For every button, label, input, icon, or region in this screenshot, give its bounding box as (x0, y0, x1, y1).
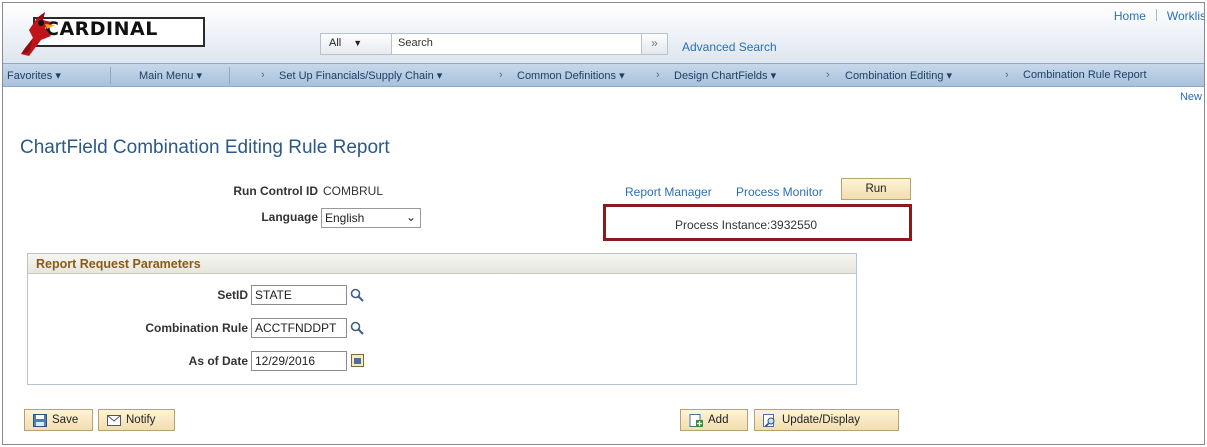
worklist-link[interactable]: Worklis (1167, 9, 1204, 23)
top-links-divider (1155, 9, 1157, 21)
app-frame: CARDINAL All ▼ Search » Advanced Search H… (2, 2, 1205, 445)
caret-down-icon: ▾ (55, 70, 61, 82)
process-monitor-link[interactable]: Process Monitor (736, 185, 823, 199)
add-button[interactable]: Add (680, 409, 748, 431)
breadcrumb-separator: › (656, 69, 660, 81)
nav-bar: Favorites ▾ Main Menu ▾ › Set Up Financi… (3, 63, 1204, 87)
breadcrumb-separator: › (1005, 69, 1009, 81)
breadcrumb-setup-financials[interactable]: Set Up Financials/Supply Chain ▾ (279, 69, 442, 82)
caret-down-icon: ▾ (946, 70, 953, 82)
caret-down-icon: ▾ (619, 70, 625, 82)
breadcrumb-common-definitions[interactable]: Common Definitions ▾ (517, 69, 625, 82)
favorites-label: Favorites (7, 70, 53, 82)
breadcrumb-label: Common Definitions (517, 70, 617, 82)
top-links: Home Worklis (1114, 9, 1204, 23)
language-label: Language (261, 210, 318, 224)
run-button-label: Run (865, 183, 887, 195)
run-control-id-label: Run Control ID (233, 184, 318, 198)
cardinal-logo[interactable]: CARDINAL (15, 8, 215, 60)
save-button[interactable]: Save (24, 409, 93, 431)
floppy-disk-icon (33, 413, 47, 427)
language-select[interactable]: English ⌄ (321, 208, 421, 228)
home-link[interactable]: Home (1114, 9, 1146, 23)
combination-rule-input[interactable]: ACCTFNDDPT (251, 318, 347, 338)
new-window-link[interactable]: New (1180, 91, 1202, 103)
envelope-icon (107, 414, 121, 426)
breadcrumb-label: Design ChartFields (674, 70, 768, 82)
setid-label: SetID (217, 288, 248, 302)
magnify-page-icon (763, 413, 775, 427)
lookup-search-icon[interactable] (350, 321, 364, 335)
search-go-button[interactable]: » (642, 33, 668, 55)
as-of-date-input[interactable]: 12/29/2016 (251, 351, 347, 371)
header: CARDINAL All ▼ Search » Advanced Search H… (3, 3, 1204, 63)
nav-divider (110, 67, 111, 84)
breadcrumb-separator: › (499, 69, 503, 81)
process-instance-text: Process Instance:3932550 (675, 218, 818, 232)
search-bar: All ▼ Search » (320, 33, 668, 55)
as-of-date-label: As of Date (188, 354, 248, 368)
favorites-menu[interactable]: Favorites ▾ (7, 69, 61, 82)
calendar-icon[interactable] (351, 354, 364, 367)
chevron-down-icon: ▼ (353, 38, 363, 48)
setid-input[interactable]: STATE (251, 285, 347, 305)
main-menu[interactable]: Main Menu ▾ (139, 69, 202, 82)
update-display-label: Update/Display (782, 414, 860, 426)
search-input[interactable]: Search (392, 33, 642, 55)
caret-down-icon: ▾ (196, 70, 203, 82)
group-heading: Report Request Parameters (28, 254, 856, 274)
add-label: Add (708, 414, 729, 426)
report-manager-link[interactable]: Report Manager (625, 185, 712, 199)
advanced-search-link[interactable]: Advanced Search (682, 40, 777, 54)
search-scope-select[interactable]: All ▼ (320, 33, 392, 55)
cardinal-bird-icon (21, 12, 55, 56)
breadcrumb-combination-rule-report[interactable]: Combination Rule Report (1023, 69, 1147, 81)
caret-down-icon: ▾ (436, 70, 443, 82)
breadcrumb-combination-editing[interactable]: Combination Editing ▾ (845, 69, 952, 82)
breadcrumb-label: Set Up Financials/Supply Chain (279, 70, 434, 82)
run-control-id-value: COMBRUL (323, 184, 384, 198)
double-chevron-right-icon: » (651, 36, 658, 50)
page-title: ChartField Combination Editing Rule Repo… (20, 137, 390, 158)
chevron-down-icon: ⌄ (405, 210, 416, 224)
main-menu-label: Main Menu (139, 70, 194, 82)
add-page-icon (689, 413, 703, 427)
nav-divider (229, 67, 230, 84)
notify-button[interactable]: Notify (98, 409, 175, 431)
notify-label: Notify (126, 414, 156, 426)
lookup-search-icon[interactable] (350, 288, 364, 302)
combination-rule-label: Combination Rule (145, 321, 248, 335)
save-label: Save (52, 414, 79, 426)
breadcrumb-design-chartfields[interactable]: Design ChartFields ▾ (674, 69, 776, 82)
run-button[interactable]: Run (841, 178, 911, 200)
breadcrumb-separator: › (261, 69, 265, 81)
breadcrumb-label: Combination Editing (845, 70, 944, 82)
language-value: English (325, 211, 365, 225)
caret-down-icon: ▾ (770, 70, 777, 82)
report-request-parameters-group: Report Request Parameters (27, 253, 857, 385)
update-display-button[interactable]: Update/Display (754, 409, 899, 431)
breadcrumb-separator: › (826, 69, 830, 81)
search-scope-label: All (329, 37, 342, 49)
